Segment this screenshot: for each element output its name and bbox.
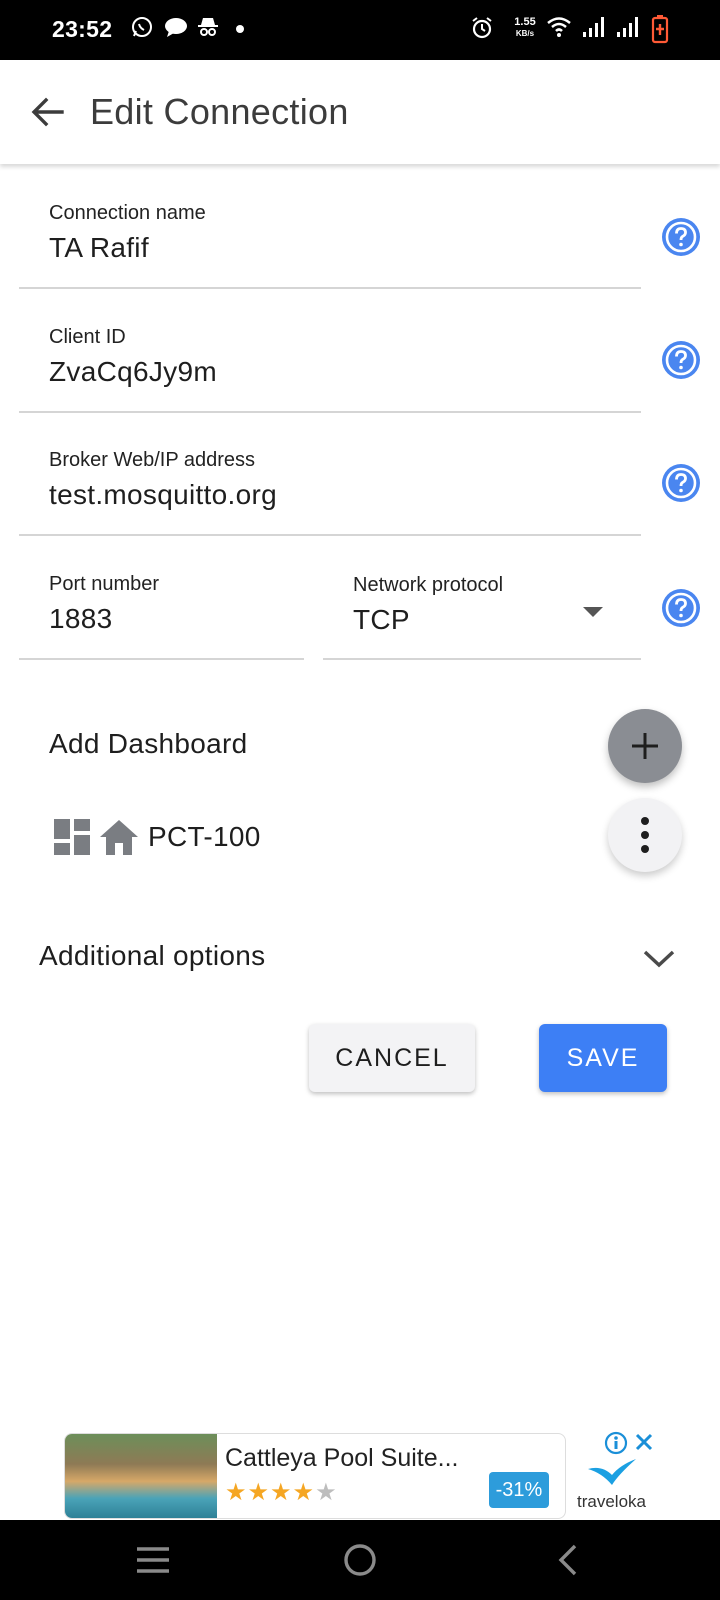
ad-card[interactable]: Cattleya Pool Suite... ★★★★★ -31% xyxy=(64,1433,566,1519)
back-button[interactable] xyxy=(24,88,72,136)
net-speed: 1.55 KB/s xyxy=(510,16,540,40)
dropdown-arrow-icon xyxy=(583,607,603,617)
ad-brand: traveloka xyxy=(577,1492,646,1511)
incognito-icon xyxy=(198,18,218,36)
signal-icon xyxy=(583,17,604,37)
broker-address-value: test.mosquitto.org xyxy=(49,479,277,510)
ad-rating: ★★★★★ xyxy=(225,1479,338,1506)
help-icon[interactable] xyxy=(660,587,702,629)
help-icon[interactable] xyxy=(660,462,702,504)
ad-title: Cattleya Pool Suite... xyxy=(225,1444,459,1472)
network-protocol-label: Network protocol xyxy=(353,574,504,596)
dashboard-item[interactable]: PCT-100 xyxy=(52,812,261,862)
menu-icon xyxy=(137,1547,169,1573)
dot-icon xyxy=(236,25,244,33)
net-speed-unit: KB/s xyxy=(515,29,535,38)
broker-address-field[interactable]: Broker Web/IP address test.mosquitto.org xyxy=(19,447,641,536)
ad-discount-badge: -31% xyxy=(489,1472,549,1508)
dashboard-icon xyxy=(54,819,90,855)
connection-name-field[interactable]: Connection name TA Rafif xyxy=(19,200,641,289)
port-number-value: 1883 xyxy=(49,603,113,634)
ad-close-icon[interactable] xyxy=(634,1432,654,1452)
chevron-left-icon xyxy=(558,1544,577,1576)
help-icon[interactable] xyxy=(660,216,702,258)
wifi-icon xyxy=(547,17,571,37)
ad-image xyxy=(65,1434,217,1518)
message-icon xyxy=(165,18,187,37)
whatsapp-icon xyxy=(132,17,152,37)
port-number-field[interactable]: Port number 1883 xyxy=(19,571,304,660)
signal-icon xyxy=(617,17,638,37)
home-button[interactable] xyxy=(310,1520,410,1600)
home-icon xyxy=(100,820,138,855)
traveloka-logo-icon xyxy=(588,1459,636,1485)
broker-address-label: Broker Web/IP address xyxy=(49,449,256,471)
help-icon[interactable] xyxy=(660,339,702,381)
more-vertical-icon xyxy=(641,817,649,853)
app-bar: Edit Connection xyxy=(0,60,720,164)
system-back-button[interactable] xyxy=(517,1520,617,1600)
add-dashboard-label: Add Dashboard xyxy=(49,728,248,759)
client-id-value: ZvaCq6Jy9m xyxy=(49,356,217,387)
add-dashboard-button[interactable] xyxy=(608,709,682,783)
dashboard-name: PCT-100 xyxy=(148,821,261,852)
status-bar: 23:52 1.55 KB/s xyxy=(0,0,720,60)
save-button[interactable]: SAVE xyxy=(539,1024,667,1092)
connection-name-value: TA Rafif xyxy=(49,232,149,263)
ad-banner[interactable]: Cattleya Pool Suite... ★★★★★ -31% travel… xyxy=(0,1425,720,1520)
dashboard-more-button[interactable] xyxy=(608,798,682,872)
recent-apps-button[interactable] xyxy=(103,1520,203,1600)
net-speed-value: 1.55 xyxy=(514,16,536,28)
page-title: Edit Connection xyxy=(90,91,349,132)
network-protocol-select[interactable]: Network protocol TCP xyxy=(323,571,641,660)
arrow-left-icon xyxy=(31,97,64,127)
connection-name-label: Connection name xyxy=(49,202,206,224)
chevron-down-icon[interactable] xyxy=(642,948,676,970)
cancel-button[interactable]: CANCEL xyxy=(309,1024,475,1092)
alarm-icon xyxy=(472,17,492,39)
client-id-field[interactable]: Client ID ZvaCq6Jy9m xyxy=(19,324,641,413)
client-id-label: Client ID xyxy=(49,326,126,348)
plus-icon xyxy=(632,733,658,759)
battery-icon xyxy=(651,15,669,44)
ad-info-icon[interactable] xyxy=(604,1431,628,1455)
port-number-label: Port number xyxy=(49,573,160,595)
status-time: 23:52 xyxy=(52,16,113,42)
navigation-bar xyxy=(0,1520,720,1600)
network-protocol-value: TCP xyxy=(353,604,410,635)
circle-home-icon xyxy=(344,1544,376,1576)
additional-options-toggle[interactable]: Additional options xyxy=(39,940,265,972)
